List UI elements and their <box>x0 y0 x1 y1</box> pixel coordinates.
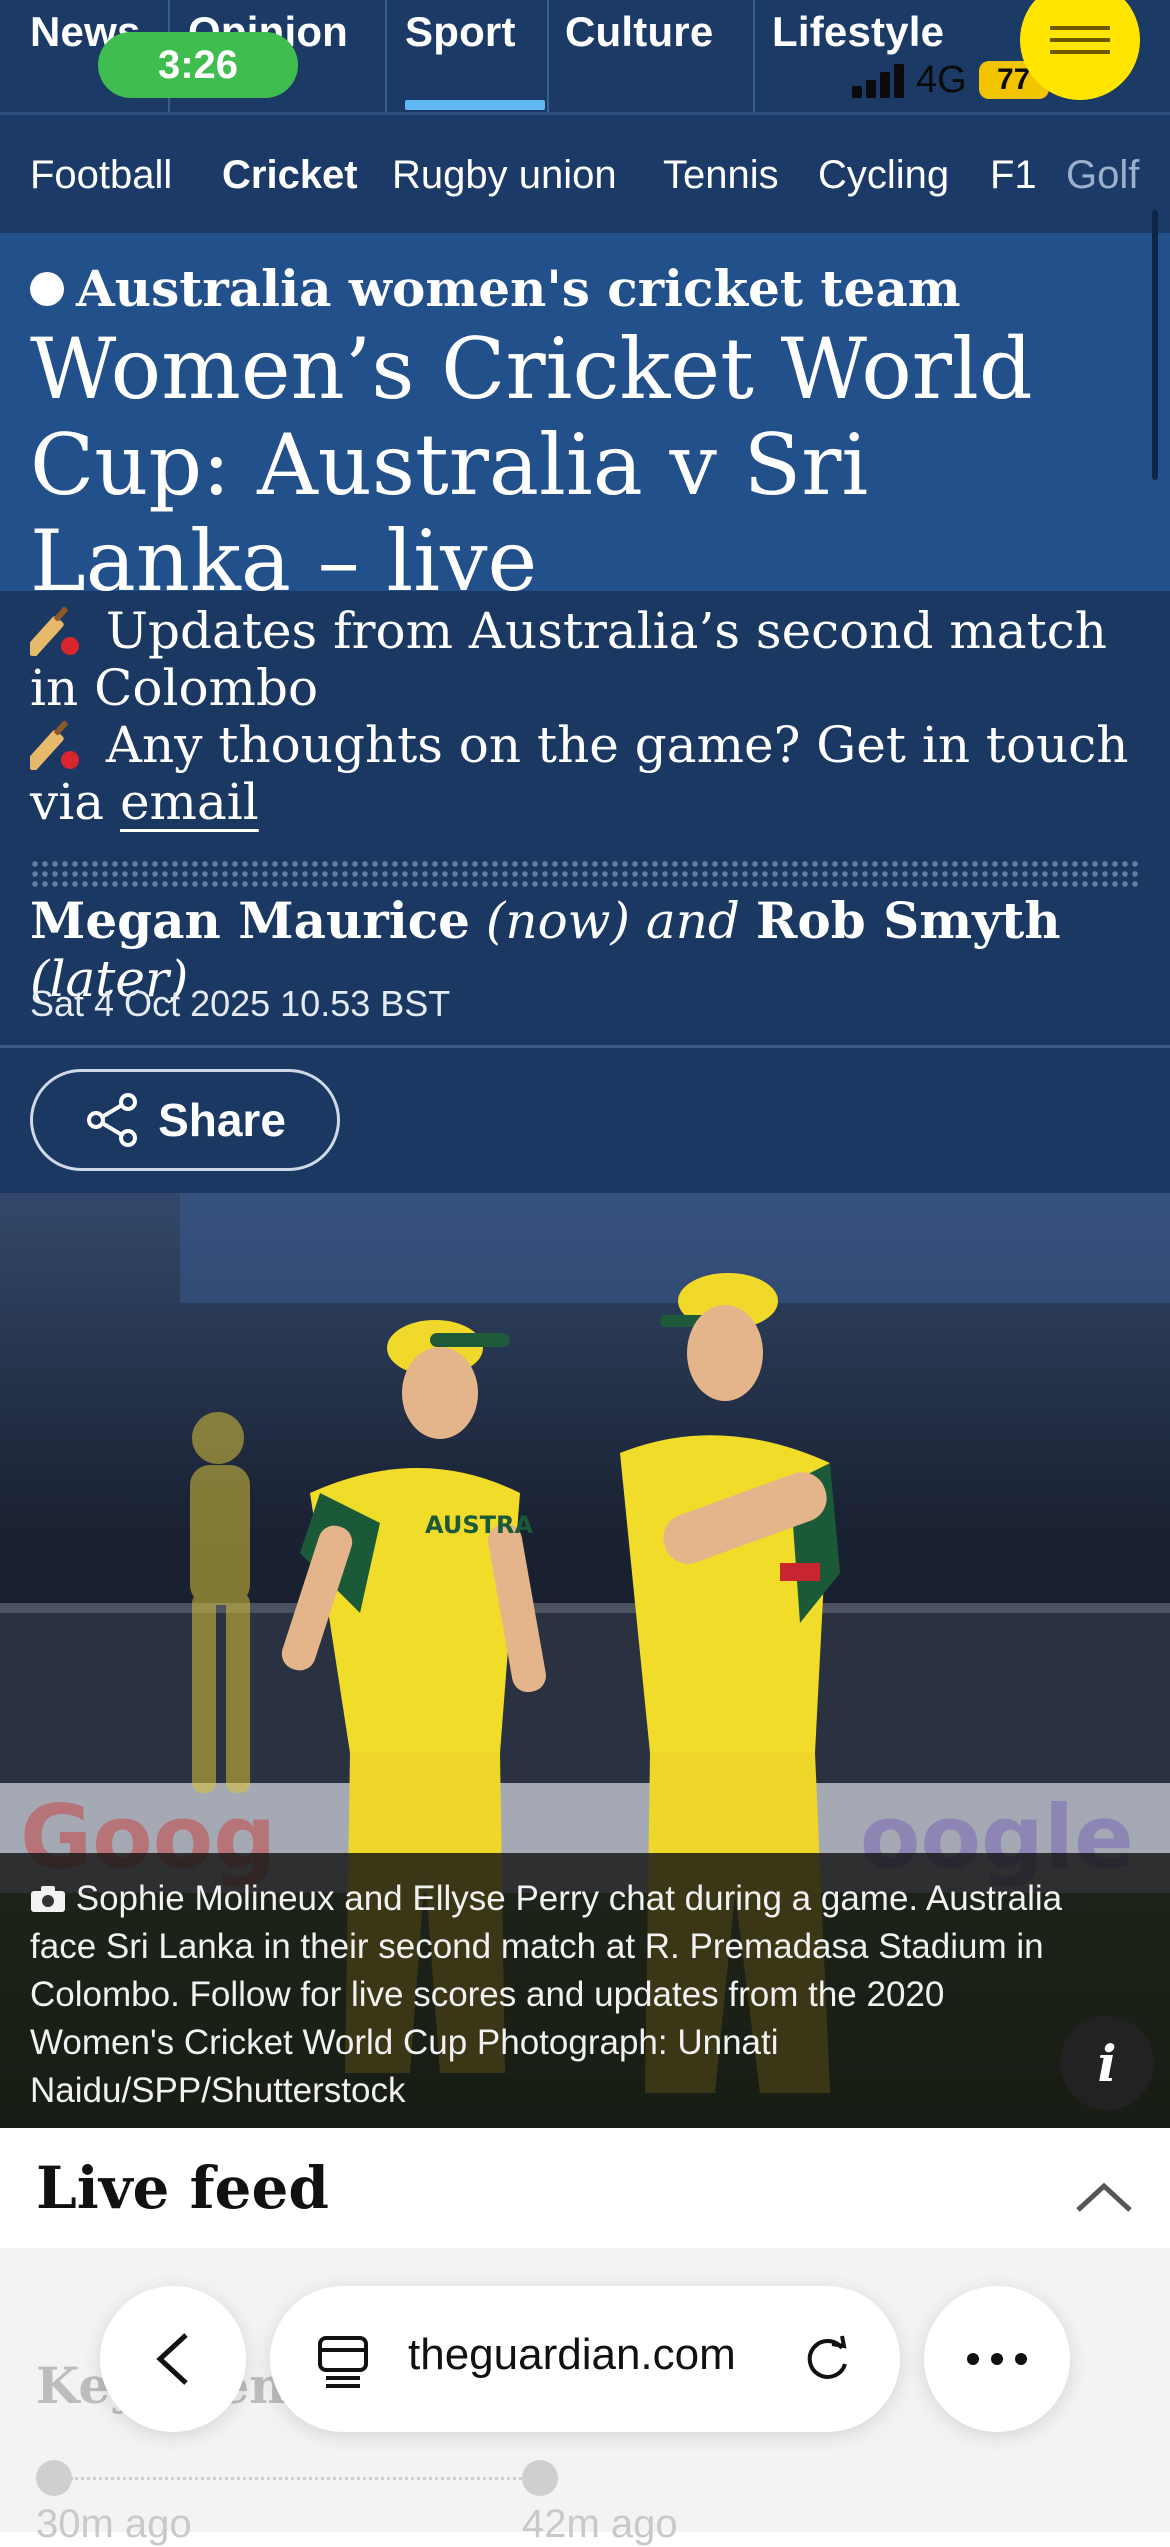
cricket-bat-icon <box>30 720 79 770</box>
nav-culture[interactable]: Culture <box>565 0 713 112</box>
status-indicators: 4G 77 <box>852 58 1049 102</box>
page-menu-icon[interactable] <box>316 2334 370 2388</box>
subnav-football[interactable]: Football <box>30 153 172 198</box>
subnav-cycling[interactable]: Cycling <box>818 153 949 198</box>
chevron-left-icon <box>156 2333 188 2385</box>
more-dots-icon <box>967 2353 979 2365</box>
photo-caption: Sophie Molineux and Ellyse Perry chat du… <box>0 1853 1170 2128</box>
author-link[interactable]: Rob Smyth <box>756 891 1061 950</box>
more-options-button[interactable] <box>924 2286 1070 2432</box>
byline-divider <box>30 859 1138 889</box>
reload-icon[interactable] <box>800 2332 854 2386</box>
scrollbar[interactable] <box>1152 210 1158 480</box>
event-time: 42m ago <box>522 2502 678 2546</box>
live-feed-title: Live feed <box>36 2154 329 2222</box>
url-host: theguardian.com <box>408 2330 736 2379</box>
nav-separator <box>385 0 387 112</box>
share-icon <box>87 1093 138 1147</box>
publish-date: Sat 4 Oct 2025 10.53 BST <box>30 983 451 1024</box>
status-time: 3:26 <box>98 32 298 98</box>
live-dot-icon <box>30 271 64 306</box>
subnav-cricket[interactable]: Cricket <box>222 153 358 198</box>
subnav-tennis[interactable]: Tennis <box>663 153 779 198</box>
share-button[interactable]: Share <box>30 1069 340 1171</box>
svg-text:AUSTRA: AUSTRA <box>425 1511 533 1539</box>
subnav-golf[interactable]: Golf <box>1066 153 1139 198</box>
camera-icon <box>31 1886 65 1912</box>
chevron-up-icon[interactable] <box>1074 2168 1134 2228</box>
author-link[interactable]: Megan Maurice <box>30 891 470 950</box>
divider <box>0 1045 1170 1048</box>
headline: Women’s Cricket World Cup: Australia v S… <box>30 320 1033 610</box>
address-bar[interactable]: theguardian.com <box>270 2286 900 2432</box>
caption-text: Sophie Molineux and Ellyse Perry chat du… <box>30 1879 1063 2110</box>
timeline-dot[interactable] <box>522 2460 558 2496</box>
nav-separator <box>547 0 549 112</box>
sub-nav: Football Cricket Rugby union Tennis Cycl… <box>0 115 1170 233</box>
back-button[interactable] <box>100 2286 246 2432</box>
standfirst-item: Updates from Australia’s second match in… <box>30 603 1150 717</box>
nav-sport[interactable]: Sport <box>405 0 516 112</box>
subnav-rugby-union[interactable]: Rugby union <box>392 153 617 198</box>
kicker[interactable]: Australia women's cricket team <box>30 259 961 318</box>
signal-icon <box>852 62 904 98</box>
subnav-f1[interactable]: F1 <box>990 153 1037 198</box>
email-link[interactable]: email <box>120 773 259 831</box>
live-feed-header[interactable]: Live feed <box>0 2128 1170 2248</box>
network-type: 4G <box>916 58 967 101</box>
top-nav: News Opinion Sport Culture Lifestyle 3:2… <box>0 0 1170 115</box>
timeline-dot[interactable] <box>36 2460 72 2496</box>
event-time: 30m ago <box>36 2502 192 2546</box>
standfirst-item: Any thoughts on the game? Get in touch v… <box>30 717 1150 831</box>
standfirst: Updates from Australia’s second match in… <box>0 591 1170 1193</box>
article-header: Australia women's cricket team Women’s C… <box>0 233 1170 609</box>
info-button[interactable]: i <box>1060 2016 1154 2110</box>
info-icon: i <box>1097 2033 1117 2093</box>
timeline-line <box>70 2477 540 2480</box>
active-pillar-indicator <box>405 100 545 110</box>
cricket-bat-icon <box>30 606 79 656</box>
nav-separator <box>753 0 755 112</box>
